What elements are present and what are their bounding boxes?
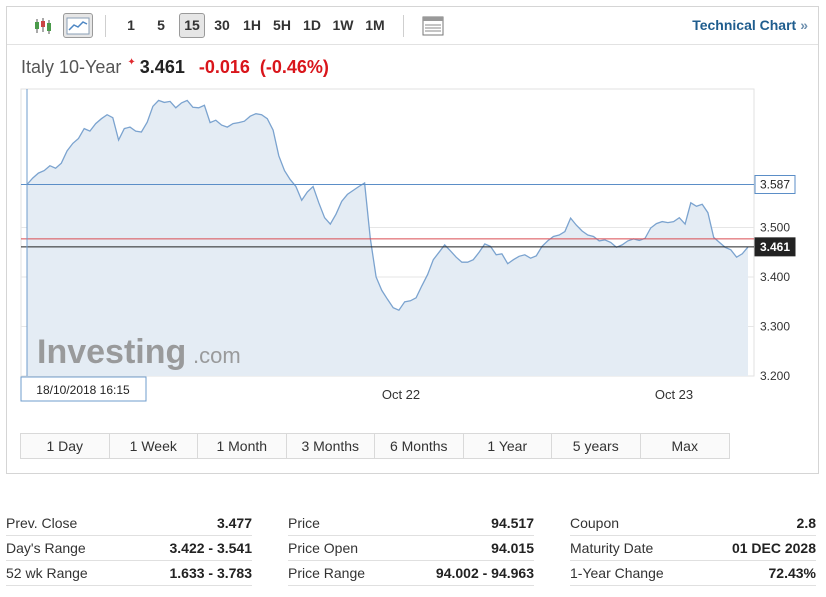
stat-label: Price (288, 515, 320, 531)
price-chart[interactable]: 3.587 3.461 Investing .com 3.500 3.400 3.30… (7, 7, 818, 427)
stat-value: 1.633 - 3.783 (169, 565, 252, 581)
stat-value: 94.002 - 94.963 (435, 565, 534, 581)
range-selector: 1 Day 1 Week 1 Month 3 Months 6 Months 1 Year… (20, 433, 730, 459)
range-button-3-months[interactable]: 3 Months (287, 434, 375, 458)
stat-value: 72.43% (768, 565, 816, 581)
stat-row: Prev. Close 3.477 (6, 511, 252, 536)
stat-label: Price Range (288, 565, 366, 581)
stat-label: Price Open (288, 540, 359, 556)
range-button-5-years[interactable]: 5 years (552, 434, 641, 458)
instrument-stats: Prev. Close 3.477 Day's Range 3.422 - 3.541… (0, 511, 826, 591)
stat-row: Price Range 94.002 - 94.963 (288, 561, 534, 586)
watermark-suffix: .com (193, 343, 241, 368)
crosshair-date-label: 18/10/2018 16:15 (20, 376, 147, 402)
stat-row: 52 wk Range 1.633 - 3.783 (6, 561, 252, 586)
range-button-1-month[interactable]: 1 Month (198, 434, 287, 458)
stat-value: 94.015 (491, 540, 534, 556)
stat-value: 01 DEC 2028 (731, 540, 816, 556)
stats-column: Price 94.517 Price Open 94.015 Price Range 94… (288, 511, 534, 586)
stat-row: Day's Range 3.422 - 3.541 (6, 536, 252, 561)
range-button-max[interactable]: Max (641, 434, 730, 458)
stat-value: 2.8 (796, 515, 816, 531)
stat-row: Price 94.517 (288, 511, 534, 536)
stat-row: Coupon 2.8 (570, 511, 816, 536)
stat-value: 3.422 - 3.541 (169, 540, 252, 556)
stat-label: Day's Range (6, 540, 86, 556)
y-tick-label: 3.400 (760, 270, 790, 284)
stat-row: Price Open 94.015 (288, 536, 534, 561)
chart-widget: 1 5 15 30 1H 5H 1D 1W 1M Technical Chart… (6, 6, 819, 474)
stat-value: 94.517 (491, 515, 534, 531)
x-tick-label: Oct 23 (655, 387, 693, 402)
stat-row: 1-Year Change 72.43% (570, 561, 816, 586)
y-tick-label: 3.200 (760, 369, 790, 383)
crosshair-date-text: 18/10/2018 16:15 (36, 383, 130, 397)
x-tick-label: Oct 22 (382, 387, 420, 402)
y-tick-label: 3.500 (760, 221, 790, 235)
stats-column: Coupon 2.8 Maturity Date 01 DEC 2028 1-Year … (570, 511, 816, 586)
crosshair-label: 3.587 (760, 178, 790, 192)
watermark-brand: Investing (37, 333, 186, 371)
stat-label: 1-Year Change (570, 565, 664, 581)
stat-value: 3.477 (216, 515, 252, 531)
x-axis: Oct 22 Oct 23 (382, 387, 693, 402)
stat-label: Prev. Close (6, 515, 78, 531)
stat-label: Maturity Date (570, 540, 654, 556)
stat-row: Maturity Date 01 DEC 2028 (570, 536, 816, 561)
range-button-1-week[interactable]: 1 Week (110, 434, 198, 458)
range-button-1-day[interactable]: 1 Day (21, 434, 110, 458)
stats-column: Prev. Close 3.477 Day's Range 3.422 - 3.541… (6, 511, 252, 586)
range-button-1-year[interactable]: 1 Year (464, 434, 552, 458)
stat-label: 52 wk Range (6, 565, 88, 581)
range-button-6-months[interactable]: 6 Months (375, 434, 464, 458)
y-tick-label: 3.300 (760, 320, 790, 334)
stat-label: Coupon (570, 515, 620, 531)
last-price-label: 3.461 (760, 240, 790, 254)
